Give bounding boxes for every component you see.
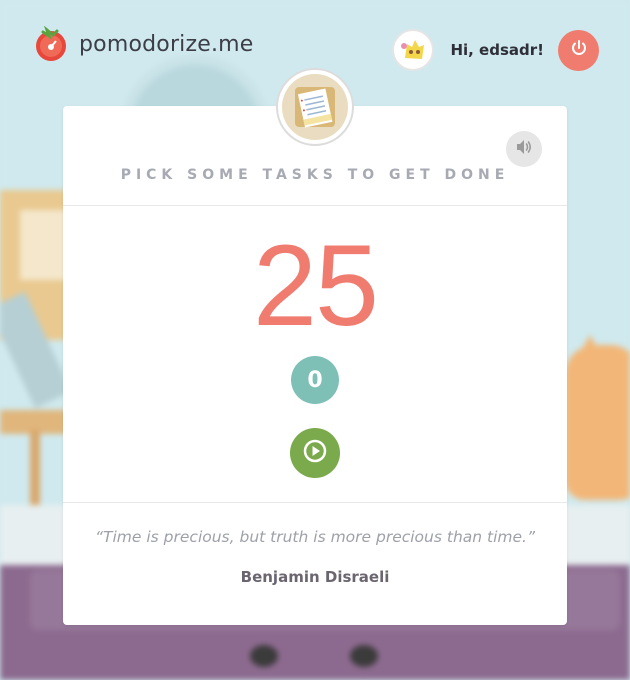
start-timer-button[interactable] bbox=[290, 428, 340, 478]
divider bbox=[63, 502, 567, 503]
site-logo[interactable]: pomodorize.me bbox=[33, 25, 254, 62]
card-prompt: PICK SOME TASKS TO GET DONE bbox=[120, 167, 510, 183]
tomato-logo-icon bbox=[33, 25, 69, 62]
timer-card: PICK SOME TASKS TO GET DONE 25 0 “Time i… bbox=[63, 106, 567, 625]
play-icon bbox=[302, 438, 328, 468]
task-list-icon bbox=[282, 74, 348, 140]
logo-text: pomodorize.me bbox=[79, 31, 254, 57]
user-menu: Hi, edsadr! bbox=[392, 29, 599, 71]
speaker-icon bbox=[515, 139, 533, 159]
user-avatar[interactable] bbox=[392, 29, 435, 71]
logout-button[interactable] bbox=[558, 29, 599, 71]
quote-text: “Time is precious, but truth is more pre… bbox=[95, 528, 535, 546]
quote-author: Benjamin Disraeli bbox=[240, 568, 390, 586]
sound-toggle-button[interactable] bbox=[506, 131, 542, 167]
timer-display: 25 bbox=[253, 222, 379, 350]
power-icon bbox=[570, 39, 588, 61]
pomodoro-count-badge: 0 bbox=[291, 356, 339, 404]
divider bbox=[63, 205, 567, 206]
task-badge bbox=[276, 68, 354, 146]
user-greeting: Hi, edsadr! bbox=[450, 41, 544, 59]
